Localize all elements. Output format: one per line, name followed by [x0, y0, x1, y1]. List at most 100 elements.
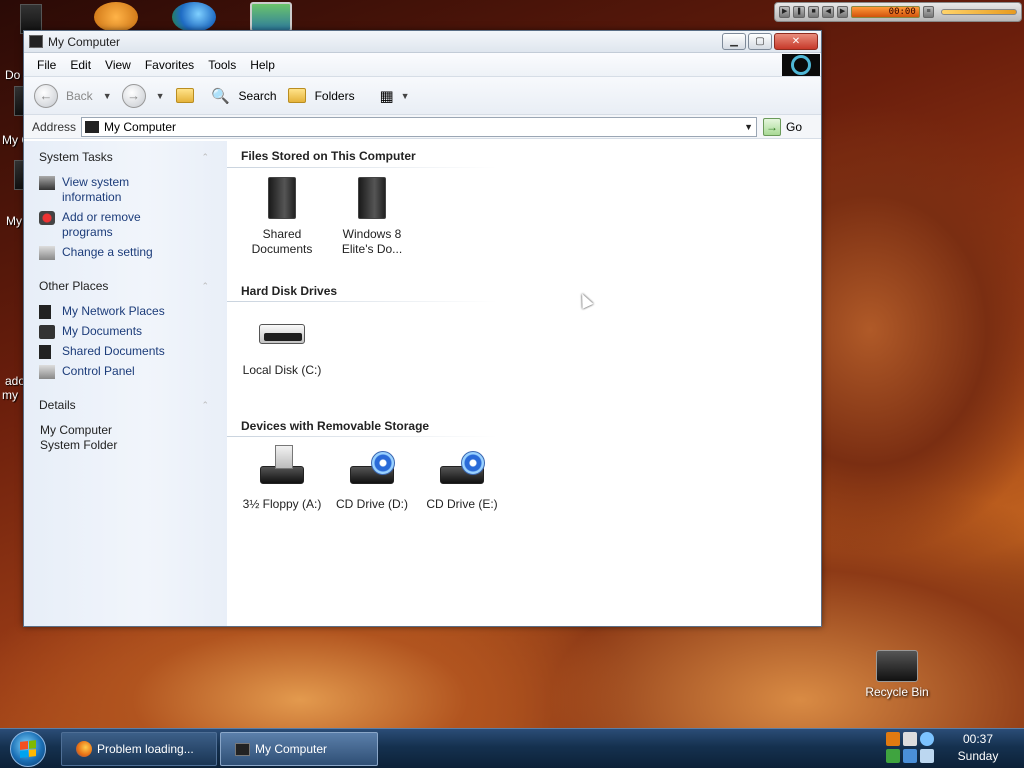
drive-cd-d[interactable]: CD Drive (D:) [327, 445, 417, 512]
control-panel-icon [39, 365, 55, 379]
back-button-label[interactable]: Back [66, 89, 93, 103]
documents-icon [39, 325, 55, 339]
search-icon[interactable]: 🔍 [211, 86, 231, 106]
explorer-window: My Computer ▁ ▢ ✕ File Edit View Favorit… [23, 30, 822, 627]
system-tasks-panel: System Tasks ⌃ View system information Ad… [39, 149, 227, 260]
hard-disk-icon [259, 324, 305, 344]
computer-icon [29, 35, 43, 48]
tray-messenger-icon[interactable] [920, 732, 934, 746]
tray-safe-icon[interactable] [886, 749, 900, 763]
windows-logo-icon [782, 54, 820, 76]
forward-dropdown-icon[interactable]: ▼ [156, 91, 165, 101]
task-view-system-info[interactable]: View system information [39, 175, 227, 205]
other-places-header[interactable]: Other Places ⌃ [39, 278, 227, 294]
next-icon[interactable]: ▶ [836, 6, 849, 18]
recycle-bin-label: Recycle Bin [865, 685, 929, 699]
drive-floppy-a[interactable]: 3½ Floppy (A:) [237, 445, 327, 512]
other-places-panel: Other Places ⌃ My Network Places My Docum… [39, 278, 227, 379]
recycle-bin-icon [876, 650, 918, 682]
place-my-network-places[interactable]: My Network Places [39, 304, 227, 319]
place-control-panel[interactable]: Control Panel [39, 364, 227, 379]
address-bar: Address My Computer ▼ → Go [24, 115, 821, 139]
computer-icon [85, 120, 100, 133]
file-user-documents[interactable]: Windows 8 Elite's Do... [327, 175, 417, 257]
taskbar-button-label: Problem loading... [97, 742, 194, 756]
details-type: System Folder [40, 438, 118, 452]
system-tray [884, 732, 942, 766]
recycle-bin[interactable]: Recycle Bin [862, 650, 932, 699]
section-removable-storage: Devices with Removable Storage [241, 419, 430, 433]
taskbar-button-label: My Computer [255, 742, 328, 756]
maximize-button[interactable]: ▢ [748, 33, 772, 50]
taskbar-button-my-computer[interactable]: My Computer [220, 732, 378, 766]
menu-favorites[interactable]: Favorites [138, 58, 201, 72]
chevron-down-icon[interactable]: ▼ [744, 122, 753, 132]
mouse-cursor-icon [576, 291, 594, 309]
firefox-icon [76, 741, 92, 757]
drive-cd-e[interactable]: CD Drive (E:) [417, 445, 507, 512]
tray-volume-icon[interactable] [903, 749, 917, 763]
task-change-setting[interactable]: Change a setting [39, 245, 227, 260]
title-bar[interactable]: My Computer ▁ ▢ ✕ [24, 31, 821, 53]
folders-icon[interactable] [287, 86, 307, 106]
globe-icon[interactable] [172, 2, 216, 32]
search-button[interactable]: Search [239, 89, 277, 103]
folders-button[interactable]: Folders [315, 89, 355, 103]
picture-icon[interactable] [250, 2, 292, 32]
toolbar: ← Back ▼ → ▼ 🔍 Search Folders ▦ ▼ [24, 77, 821, 115]
tray-network-icon[interactable] [903, 732, 917, 746]
up-folder-icon[interactable] [175, 86, 195, 106]
media-player-widget: ▶ ❚ ■ ◀ ▶ 00:00 ≡ [774, 2, 1022, 22]
system-info-icon [39, 176, 55, 190]
settings-icon [39, 246, 55, 260]
tray-display-icon[interactable] [920, 749, 934, 763]
desktop-icon-label: Do [5, 68, 21, 82]
floppy-drive-icon [260, 445, 304, 484]
menu-edit[interactable]: Edit [63, 58, 98, 72]
place-my-documents[interactable]: My Documents [39, 324, 227, 339]
back-arrow-icon[interactable]: ← [34, 83, 58, 108]
add-remove-icon [39, 211, 55, 225]
forward-arrow-icon[interactable]: → [121, 83, 146, 108]
go-arrow-icon[interactable]: → [763, 117, 782, 136]
close-button[interactable]: ✕ [774, 33, 818, 50]
views-icon[interactable]: ▦ [377, 86, 397, 106]
tray-app-icon[interactable] [886, 732, 900, 746]
stop-icon[interactable]: ■ [807, 6, 820, 18]
cd-drive-icon [440, 451, 485, 484]
taskbar-button-firefox[interactable]: Problem loading... [61, 732, 217, 766]
desktop-icon-label: my [2, 388, 18, 402]
address-value[interactable]: My Computer [104, 120, 176, 134]
menu-help[interactable]: Help [243, 58, 282, 72]
file-view: Files Stored on This Computer Shared Doc… [227, 141, 821, 626]
computer-icon [235, 742, 250, 756]
content-area: System Tasks ⌃ View system information Ad… [24, 141, 821, 626]
play-icon[interactable]: ▶ [779, 6, 791, 18]
address-input[interactable]: My Computer ▼ [81, 116, 758, 137]
back-dropdown-icon[interactable]: ▼ [103, 91, 112, 101]
task-pane: System Tasks ⌃ View system information Ad… [24, 141, 227, 626]
drive-local-disk-c[interactable]: Local Disk (C:) [237, 311, 327, 378]
menu-file[interactable]: File [30, 58, 63, 72]
file-shared-documents[interactable]: Shared Documents [237, 175, 327, 257]
taskbar-clock[interactable]: 00:37 Sunday [942, 731, 1014, 765]
clock-day: Sunday [957, 749, 999, 763]
menu-tools[interactable]: Tools [201, 58, 243, 72]
volume-slider[interactable] [941, 9, 1018, 15]
details-header[interactable]: Details ⌃ [39, 397, 227, 413]
system-tasks-header[interactable]: System Tasks ⌃ [39, 149, 227, 165]
task-add-remove-programs[interactable]: Add or remove programs [39, 210, 227, 240]
pause-icon[interactable]: ❚ [793, 6, 805, 18]
section-files-stored: Files Stored on This Computer [241, 149, 416, 163]
go-label[interactable]: Go [786, 120, 802, 134]
menu-icon[interactable]: ≡ [922, 6, 935, 18]
previous-icon[interactable]: ◀ [822, 6, 834, 18]
minimize-button[interactable]: ▁ [722, 33, 746, 50]
vlc-icon[interactable] [94, 2, 138, 32]
place-shared-documents[interactable]: Shared Documents [39, 344, 227, 359]
media-time: 00:00 [851, 6, 920, 18]
go-button[interactable]: → Go [763, 117, 802, 136]
menu-view[interactable]: View [98, 58, 138, 72]
views-dropdown-icon[interactable]: ▼ [401, 91, 410, 101]
start-button[interactable] [10, 731, 46, 767]
